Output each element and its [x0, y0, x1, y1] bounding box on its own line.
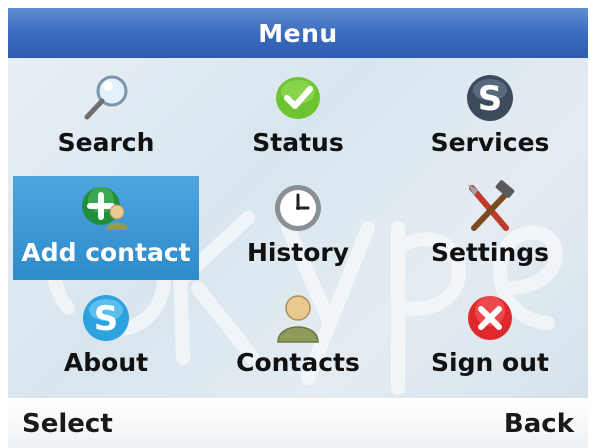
menu-item-label: Services: [430, 128, 550, 157]
menu-item-label: Add contact: [21, 238, 191, 267]
menu-item-settings[interactable]: Settings: [397, 176, 583, 280]
menu-item-status[interactable]: Status: [205, 66, 391, 170]
menu-grid: Search Status S Services Add contact His…: [8, 58, 588, 398]
menu-item-search[interactable]: Search: [13, 66, 199, 170]
phone-screen: Menu Search Status S Services Add contac…: [0, 0, 595, 448]
menu-item-history[interactable]: History: [205, 176, 391, 280]
menu-item-sign-out[interactable]: Sign out: [397, 286, 583, 390]
title-bar: Menu: [8, 8, 588, 58]
select-softkey[interactable]: Select: [22, 409, 113, 439]
svg-text:S: S: [478, 79, 503, 119]
menu-item-contacts[interactable]: Contacts: [205, 286, 391, 390]
menu-grid-area: Search Status S Services Add contact His…: [8, 58, 588, 398]
page-title: Menu: [258, 18, 338, 48]
menu-item-about[interactable]: S About: [13, 286, 199, 390]
menu-item-label: Search: [57, 128, 155, 157]
menu-item-label: Settings: [430, 238, 549, 267]
skype-icon: S: [76, 290, 136, 346]
sign-out-icon: [460, 290, 520, 346]
skype-dark-icon: S: [460, 70, 520, 126]
menu-item-services[interactable]: S Services: [397, 66, 583, 170]
magnifier-icon: [76, 70, 136, 126]
menu-item-label: History: [246, 238, 350, 267]
contact-person-icon: [268, 290, 328, 346]
add-contact-icon: [76, 180, 136, 236]
menu-item-label: Status: [252, 128, 344, 157]
menu-item-add-contact[interactable]: Add contact: [13, 176, 199, 280]
tools-icon: [460, 180, 520, 236]
menu-item-label: About: [63, 348, 149, 377]
back-softkey[interactable]: Back: [504, 409, 574, 439]
menu-item-label: Contacts: [236, 348, 360, 377]
status-check-icon: [268, 70, 328, 126]
svg-text:S: S: [94, 299, 119, 339]
softkey-bar: Select Back: [8, 400, 588, 448]
menu-item-label: Sign out: [431, 348, 549, 377]
clock-icon: [268, 180, 328, 236]
